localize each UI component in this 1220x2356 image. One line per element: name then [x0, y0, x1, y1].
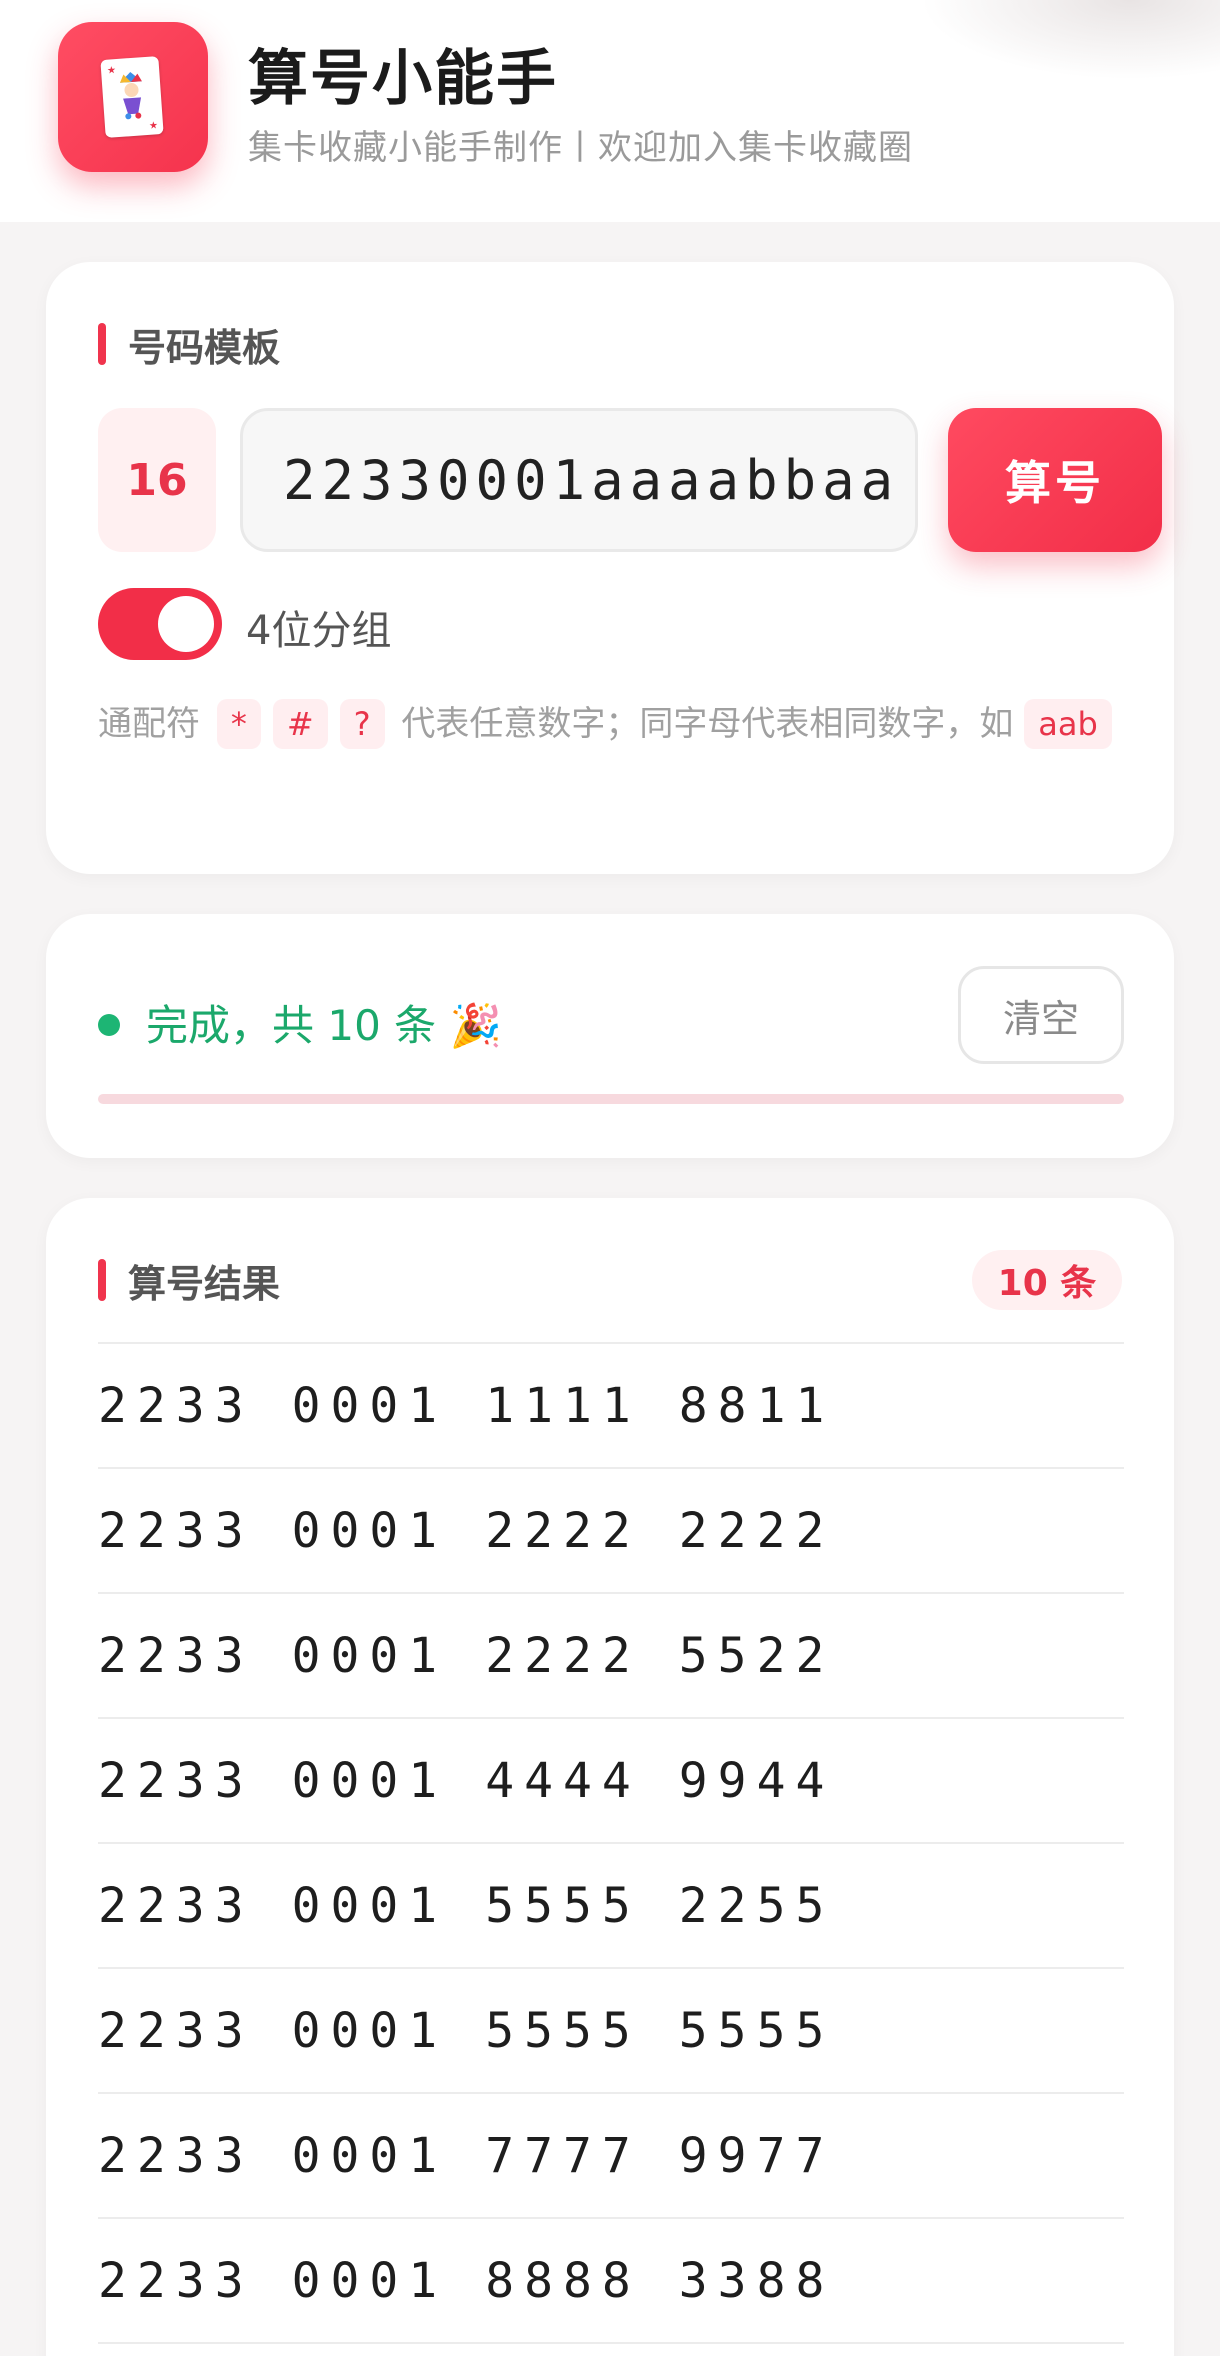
calculate-button[interactable]: 算号 — [948, 408, 1162, 552]
wildcard-chip-question: ? — [339, 699, 385, 749]
svg-text:★: ★ — [149, 120, 159, 132]
result-digit-group: 2233 — [98, 1627, 254, 1684]
result-digit-group: 5555 — [485, 1877, 641, 1934]
template-section-title: 号码模板 — [128, 325, 281, 370]
svg-text:★: ★ — [107, 65, 117, 77]
hint-prefix: 通配符 — [98, 704, 200, 744]
result-row[interactable]: 2233 0001 2222 2222 — [98, 1469, 1124, 1594]
result-digit-group: 2233 — [98, 2127, 254, 2184]
result-digit-group: 2233 — [98, 1377, 254, 1434]
section-accent-bar — [98, 1259, 106, 1301]
result-digit-group: 0001 — [291, 1377, 448, 1434]
result-digit-group: 2255 — [678, 1877, 835, 1934]
result-row[interactable]: 2233 0001 5555 2255 — [98, 1844, 1124, 1969]
result-digit-group: 2233 — [98, 1877, 254, 1934]
wildcard-chip-star: * — [216, 699, 261, 749]
result-digit-group: 8811 — [678, 1377, 835, 1434]
status-text: 完成，共 10 条 🎉 — [146, 1001, 502, 1050]
toggle-knob — [158, 596, 214, 652]
app-title: 算号小能手 — [248, 44, 558, 114]
result-digit-group: 2222 — [678, 1502, 835, 1559]
progress-bar — [98, 1094, 1124, 1104]
result-digit-group: 3388 — [678, 2252, 835, 2309]
template-card: 号码模板 16 22330001aaaabbaa 算号 4位分组 通配符 * #?… — [46, 262, 1174, 874]
template-section-header: 号码模板 — [98, 322, 280, 370]
result-row[interactable]: 2233 0001 1111 8811 — [98, 1344, 1124, 1469]
result-list: 2233 0001 1111 8811 2233 0001 2222 2222 2233 0001… — [98, 1342, 1124, 2344]
result-digit-group: 2233 — [98, 1502, 254, 1559]
result-digit-group: 0001 — [291, 2252, 448, 2309]
result-digit-group: 2233 — [98, 2002, 254, 2059]
result-row[interactable]: 2233 0001 2222 5522 — [98, 1594, 1124, 1719]
result-digit-group: 0001 — [291, 2127, 448, 2184]
result-digit-group: 5555 — [678, 2002, 835, 2059]
result-digit-group: 5522 — [678, 1627, 835, 1684]
result-row[interactable]: 2233 0001 4444 9944 — [98, 1719, 1124, 1844]
status-dot-icon — [98, 1014, 120, 1036]
result-digit-group: 9944 — [678, 1752, 835, 1809]
result-digit-group: 7777 — [485, 2127, 641, 2184]
wildcard-hint: 通配符 * #? 代表任意数字；同字母代表相同数字，如 aab — [98, 692, 1138, 756]
status-card: 完成，共 10 条 🎉 清空 — [46, 914, 1174, 1158]
result-row[interactable]: 2233 0001 8888 3388 — [98, 2219, 1124, 2344]
hint-middle: 代表任意数字；同字母代表相同数字，如 — [401, 704, 1014, 744]
result-digit-group: 1111 — [485, 1377, 641, 1434]
result-digit-group: 4444 — [485, 1752, 641, 1809]
header-decoration — [920, 0, 1220, 80]
result-digit-group: 9977 — [678, 2127, 835, 2184]
clear-button[interactable]: 清空 — [958, 966, 1124, 1064]
digit-count-field[interactable]: 16 — [98, 408, 216, 552]
template-input[interactable]: 22330001aaaabbaa — [240, 408, 918, 552]
section-accent-bar — [98, 323, 106, 365]
result-row[interactable]: 2233 0001 7777 9977 — [98, 2094, 1124, 2219]
result-digit-group: 0001 — [291, 1502, 448, 1559]
result-digit-group: 5555 — [485, 2002, 641, 2059]
results-section-header: 算号结果 — [98, 1258, 280, 1306]
result-digit-group: 8888 — [485, 2252, 641, 2309]
result-digit-group: 2222 — [485, 1502, 641, 1559]
example-chip: aab — [1024, 699, 1112, 749]
result-digit-group: 2222 — [485, 1627, 641, 1684]
result-digit-group: 0001 — [291, 1877, 448, 1934]
progress-fill — [98, 1094, 1124, 1104]
results-card: 算号结果 10 条 2233 0001 1111 8811 2233 0001 2222 22… — [46, 1198, 1174, 2356]
result-count-badge: 10 条 — [972, 1250, 1122, 1310]
joker-card-icon: ★ ★ — [100, 56, 164, 138]
app-header: ★ ★ 算号小能手 集卡收藏小能手制作丨欢迎加入集卡收藏圈 — [0, 0, 1220, 222]
group-toggle-label: 4位分组 — [246, 608, 392, 654]
result-digit-group: 2233 — [98, 2252, 254, 2309]
result-row[interactable]: 2233 0001 5555 5555 — [98, 1969, 1124, 2094]
result-digit-group: 2233 — [98, 1752, 254, 1809]
results-section-title: 算号结果 — [128, 1261, 281, 1306]
app-icon: ★ ★ — [58, 22, 208, 172]
app-subtitle: 集卡收藏小能手制作丨欢迎加入集卡收藏圈 — [248, 128, 913, 168]
result-digit-group: 0001 — [291, 1752, 448, 1809]
wildcard-chip-hash: # — [272, 699, 328, 749]
group-toggle[interactable] — [98, 588, 222, 660]
result-digit-group: 0001 — [291, 1627, 448, 1684]
result-digit-group: 0001 — [291, 2002, 448, 2059]
